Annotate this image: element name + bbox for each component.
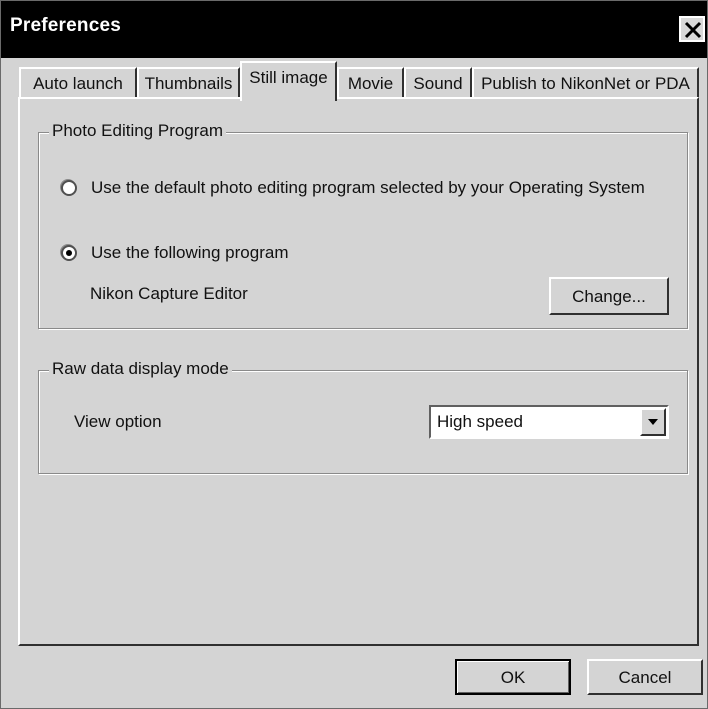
tab-label: Thumbnails (144, 74, 233, 93)
chevron-down-icon (648, 419, 658, 425)
program-name: Nikon Capture Editor (90, 284, 248, 303)
radio-button-selected[interactable] (61, 245, 77, 261)
tab-label: Still image (249, 68, 328, 87)
tab-strip: Auto launch Thumbnails Still image Movie… (19, 61, 699, 101)
view-option-value: High speed (437, 412, 524, 431)
window-title: Preferences (10, 15, 121, 36)
change-button[interactable]: Change... (549, 277, 669, 315)
radio-default-program-label[interactable]: Use the default photo editing program se… (91, 178, 645, 198)
title-bar[interactable]: Preferences (1, 1, 707, 58)
close-button[interactable] (679, 16, 705, 42)
photo-editing-group-title: Photo Editing Program (49, 121, 227, 141)
tab-publish[interactable]: Publish to NikonNet or PDA (472, 67, 699, 97)
close-icon (684, 21, 702, 39)
radio-dot-icon (66, 250, 72, 256)
preferences-dialog: Preferences Auto launch Thumbnails Still… (0, 0, 708, 709)
ok-button[interactable]: OK (455, 659, 571, 695)
radio-following-program-label[interactable]: Use the following program (91, 243, 288, 263)
tab-auto-launch[interactable]: Auto launch (19, 67, 137, 97)
raw-display-group-title: Raw data display mode (49, 359, 232, 379)
tab-label: Auto launch (33, 74, 123, 93)
tab-label: Sound (413, 74, 463, 93)
dropdown-button[interactable] (640, 408, 666, 436)
tab-sound[interactable]: Sound (404, 67, 472, 97)
view-option-label: View option (74, 412, 162, 431)
tab-thumbnails[interactable]: Thumbnails (137, 67, 240, 97)
tab-label: Movie (347, 74, 394, 93)
radio-button-unselected[interactable] (61, 180, 77, 196)
tab-still-image[interactable]: Still image (240, 61, 337, 101)
tab-label: Publish to NikonNet or PDA (481, 74, 690, 93)
view-option-select[interactable]: High speed (429, 405, 669, 439)
tab-movie[interactable]: Movie (337, 67, 404, 97)
cancel-button[interactable]: Cancel (587, 659, 703, 695)
